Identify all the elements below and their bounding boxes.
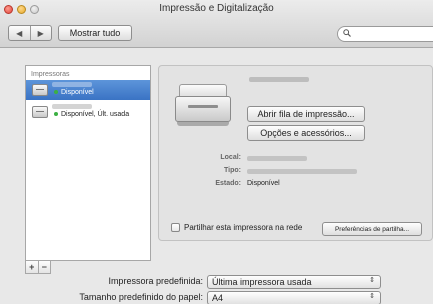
printer-list-item[interactable]: Disponível xyxy=(26,80,150,100)
select-arrows-icon: ⇕ xyxy=(369,277,375,284)
printer-status: Disponível, Últ. usada xyxy=(54,111,129,118)
paper-size-label: Tamanho predefinido do papel: xyxy=(79,292,203,302)
select-arrows-icon: ⇕ xyxy=(369,293,375,300)
location-value-redacted xyxy=(247,156,307,161)
open-print-queue-button[interactable]: Abrir fila de impressão... xyxy=(247,106,365,122)
default-printer-value: Última impressora usada xyxy=(212,277,312,287)
paper-size-value: A4 xyxy=(212,293,224,303)
search-field[interactable] xyxy=(337,26,433,42)
share-printer-row: Partilhar esta impressora na rede xyxy=(171,223,302,232)
type-value-redacted xyxy=(247,169,357,174)
title-bar: Impressão e Digitalização ◀ ▶ Mostrar tu… xyxy=(0,0,433,48)
search-icon xyxy=(343,29,351,39)
status-dot-icon xyxy=(54,112,58,117)
back-button[interactable]: ◀ xyxy=(9,26,30,40)
default-printer-label: Impressora predefinida: xyxy=(108,276,203,286)
share-printer-checkbox[interactable] xyxy=(171,223,180,232)
type-label: Tipo: xyxy=(224,167,241,174)
printer-name-redacted xyxy=(52,104,92,109)
paper-size-select[interactable]: A4 ⇕ xyxy=(207,291,381,304)
printer-list-item[interactable]: Disponível, Últ. usada xyxy=(26,102,150,122)
options-supplies-button[interactable]: Opções e acessórios... xyxy=(247,125,365,141)
status-dot-icon xyxy=(54,90,58,95)
sharing-preferences-button[interactable]: Preferências de partilha... xyxy=(322,222,422,236)
printer-details-panel: Abrir fila de impressão... Opções e aces… xyxy=(158,65,433,241)
printer-status: Disponível xyxy=(54,89,94,96)
share-printer-label: Partilhar esta impressora na rede xyxy=(184,223,303,232)
show-all-button[interactable]: Mostrar tudo xyxy=(58,25,132,41)
printer-list-controls: + − xyxy=(25,261,51,274)
printer-icon xyxy=(175,84,231,126)
printer-title-redacted xyxy=(249,77,309,82)
forward-button[interactable]: ▶ xyxy=(29,26,52,40)
preferences-window: Impressão e Digitalização ◀ ▶ Mostrar tu… xyxy=(0,0,433,304)
printer-name-redacted xyxy=(52,82,92,87)
remove-printer-button[interactable]: − xyxy=(37,261,51,273)
add-printer-button[interactable]: + xyxy=(26,261,38,273)
printer-icon xyxy=(32,84,48,96)
status-value: Disponível xyxy=(247,180,280,187)
printer-icon xyxy=(32,106,48,118)
location-label: Local: xyxy=(220,154,241,161)
status-label: Estado: xyxy=(215,180,241,187)
default-printer-select[interactable]: Última impressora usada ⇕ xyxy=(207,275,381,289)
printer-list: Impressoras Disponível Disponível, Últ. … xyxy=(25,65,151,261)
window-title: Impressão e Digitalização xyxy=(159,3,274,14)
history-navigation: ◀ ▶ xyxy=(8,25,52,41)
printer-list-header: Impressoras xyxy=(31,71,70,78)
